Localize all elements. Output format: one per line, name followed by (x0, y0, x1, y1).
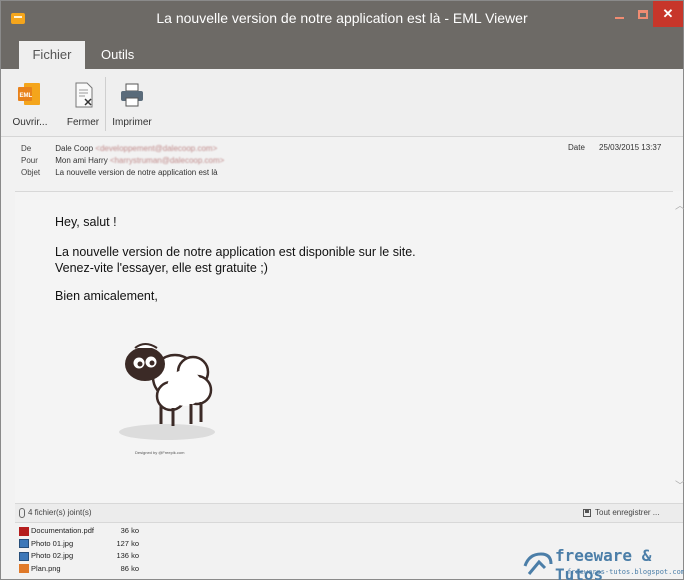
to-name: Mon ami Harry (55, 156, 108, 165)
tab-fichier[interactable]: Fichier (19, 41, 85, 69)
close-file-label: Fermer (66, 117, 100, 128)
attachments-list: Documentation.pdf 36 ko Photo 01.jpg 127… (19, 525, 159, 580)
date-value: 25/03/2015 13:37 (599, 143, 662, 152)
close-icon: ✕ (662, 6, 674, 21)
save-disk-icon (583, 508, 591, 517)
close-document-icon (69, 81, 97, 109)
body-line-1: La nouvelle version de notre application… (55, 245, 416, 259)
image-icon (19, 551, 29, 561)
attachment-name: Photo 01.jpg (31, 538, 74, 548)
attachment-size: 86 ko (120, 563, 139, 573)
ribbon-toolbar: EML Ouvrir... Fermer Imprimer (1, 69, 683, 137)
watermark-logo-icon (523, 552, 553, 575)
to-row: Pour Mon ami Harry <harrystruman@dalecoo… (21, 155, 224, 167)
eml-viewer-window: La nouvelle version de notre application… (0, 0, 684, 580)
minimize-button[interactable] (607, 1, 631, 27)
to-label: Pour (21, 156, 38, 165)
paperclip-icon (19, 507, 25, 518)
maximize-icon (638, 10, 648, 20)
attachment-item[interactable]: Plan.png 86 ko (19, 563, 159, 576)
print-button-label: Imprimer (112, 117, 152, 128)
body-line-2: Venez-vite l'essayer, elle est gratuite … (55, 261, 268, 275)
save-all-button[interactable]: Tout enregistrer ... (583, 504, 659, 522)
attachment-item[interactable]: Photo 01.jpg 127 ko (19, 538, 159, 551)
window-title: La nouvelle version de notre application… (156, 10, 528, 26)
from-row: De Dale Coop <developpement@dalecoop.com… (21, 143, 217, 155)
attachment-item[interactable]: Photo 02.jpg 136 ko (19, 550, 159, 563)
subject-value: La nouvelle version de notre application… (55, 168, 218, 177)
attachment-count-label: 4 fichier(s) joint(s) (28, 508, 92, 517)
scroll-down-arrow-icon[interactable]: ﹀ (675, 477, 684, 492)
message-header: De Dale Coop <developpement@dalecoop.com… (15, 137, 683, 189)
attachment-name: Documentation.pdf (31, 526, 94, 535)
open-button[interactable]: EML Ouvrir... (7, 77, 53, 135)
body-greeting: Hey, salut ! (55, 215, 117, 229)
ribbon-separator (105, 77, 106, 131)
printer-icon (118, 81, 146, 109)
watermark: freeware & Tutos freewares-tutos.blogspo… (521, 546, 684, 580)
title-bar: La nouvelle version de notre application… (1, 1, 683, 37)
png-icon (19, 564, 29, 574)
watermark-url: freewares-tutos.blogspot.com (567, 568, 684, 576)
from-name: Dale Coop (55, 144, 94, 153)
body-scrollbar[interactable] (673, 191, 683, 503)
maximize-button[interactable] (631, 1, 655, 27)
from-label: De (21, 144, 32, 153)
minimize-icon (614, 16, 624, 19)
body-closing: Bien amicalement, (55, 289, 158, 303)
subject-label: Objet (21, 168, 41, 177)
attachment-size: 136 ko (116, 551, 139, 560)
save-all-label: Tout enregistrer ... (595, 508, 660, 517)
pdf-icon (19, 526, 29, 536)
to-email: <harrystruman@dalecoop.com> (109, 156, 225, 165)
print-button[interactable]: Imprimer (109, 77, 155, 135)
subject-row: Objet La nouvelle version de notre appli… (21, 167, 218, 179)
sheep-illustration (105, 322, 235, 462)
attachment-size: 127 ko (116, 538, 139, 548)
attachment-size: 36 ko (120, 526, 139, 535)
image-icon (19, 539, 29, 549)
attachment-name: Plan.png (31, 563, 61, 573)
tab-outils[interactable]: Outils (89, 41, 146, 69)
from-email: <developpement@dalecoop.com> (95, 144, 218, 153)
attachment-name: Photo 02.jpg (31, 551, 74, 560)
attachment-count: 4 fichier(s) joint(s) (19, 504, 92, 522)
close-file-button[interactable]: Fermer (63, 77, 103, 135)
open-button-label: Ouvrir... (12, 117, 48, 128)
open-eml-icon: EML (16, 81, 44, 109)
date-label: Date (568, 143, 585, 152)
message-body[interactable]: Hey, salut ! La nouvelle version de notr… (15, 191, 673, 503)
svg-text:EML: EML (20, 93, 33, 99)
image-credit: Designed by @Freepik.com (135, 450, 185, 455)
close-window-button[interactable]: ✕ (653, 1, 683, 27)
scroll-up-arrow-icon[interactable]: ︿ (675, 197, 684, 212)
attachment-item[interactable]: Documentation.pdf 36 ko (19, 525, 159, 538)
attachments-bar: 4 fichier(s) joint(s) Tout enregistrer .… (15, 503, 683, 523)
ribbon-tabs: Fichier Outils (1, 37, 683, 69)
